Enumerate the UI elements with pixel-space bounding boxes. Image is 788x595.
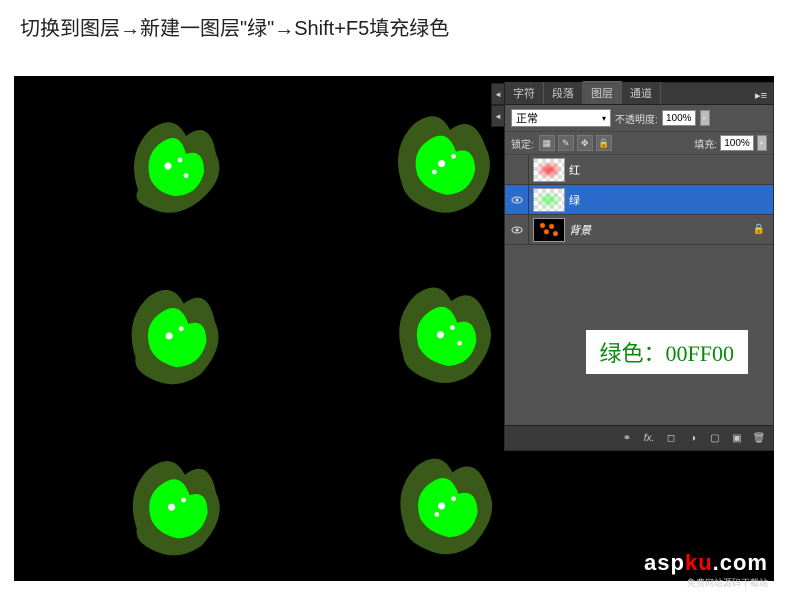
layer-mask-button[interactable]: ◻	[661, 429, 681, 447]
layer-row[interactable]: 绿	[505, 185, 773, 215]
fire-shape	[374, 276, 514, 396]
lock-icon: 🔒	[753, 224, 765, 235]
panel-menu-button[interactable]: ▸≡	[749, 87, 773, 104]
fill-input[interactable]: 100%	[720, 135, 754, 151]
tab-layers[interactable]: 图层	[583, 81, 622, 104]
layer-fx-button[interactable]: fx.	[639, 429, 659, 447]
watermark-tagline: 免费网站源码下载站	[644, 576, 768, 589]
fire-shape	[104, 106, 244, 226]
adjustment-layer-button[interactable]: ◑	[683, 429, 703, 447]
layer-row[interactable]: 背景 🔒	[505, 215, 773, 245]
fire-shape	[104, 446, 244, 566]
panel-collapse-button[interactable]: ◄	[491, 83, 505, 105]
blend-row: 正常 ▾ 不透明度: 100% ▸	[505, 105, 773, 131]
tab-character[interactable]: 字符	[505, 82, 544, 104]
link-layers-button[interactable]: ⚭	[617, 429, 637, 447]
watermark-text: asp	[644, 550, 685, 575]
layer-group-button[interactable]: ▢	[705, 429, 725, 447]
watermark: aspku.com 免费网站源码下载站	[644, 550, 768, 589]
lock-transparency-button[interactable]: ▦	[539, 135, 555, 151]
lock-label: 锁定:	[511, 136, 534, 151]
instruction-text: 切换到图层→新建一图层"绿"→Shift+F5填充绿色	[0, 0, 788, 49]
layer-visibility-toggle[interactable]	[505, 215, 529, 244]
opacity-slider-button[interactable]: ▸	[700, 110, 710, 126]
tab-channels[interactable]: 通道	[622, 82, 661, 104]
fill-slider-button[interactable]: ▸	[757, 135, 767, 151]
panel-tabs: 字符 段落 图层 通道 ▸≡	[505, 83, 773, 105]
fill-label: 填充:	[694, 136, 717, 151]
watermark-text: ku	[685, 550, 713, 575]
layers-panel: ◄ ◄ 字符 段落 图层 通道 ▸≡ 正常 ▾ 不透明度: 100% ▸ 锁定:…	[504, 82, 774, 451]
layer-visibility-toggle[interactable]	[505, 185, 529, 214]
blend-mode-value: 正常	[516, 110, 538, 126]
color-annotation: 绿色：00FF00	[586, 330, 748, 374]
new-layer-button[interactable]: ▣	[727, 429, 747, 447]
layer-name[interactable]: 红	[569, 162, 773, 178]
layers-list: 红 绿 背景 🔒	[505, 155, 773, 245]
tab-paragraph[interactable]: 段落	[544, 82, 583, 104]
lock-pixels-button[interactable]: ✎	[558, 135, 574, 151]
lock-position-button[interactable]: ✥	[577, 135, 593, 151]
layer-name[interactable]: 绿	[569, 192, 773, 208]
layer-thumbnail[interactable]	[533, 158, 565, 182]
eye-icon	[511, 226, 523, 234]
layer-row[interactable]: 红	[505, 155, 773, 185]
delete-layer-button[interactable]: 🗑	[749, 429, 769, 447]
watermark-text: .com	[713, 550, 768, 575]
opacity-input[interactable]: 100%	[662, 110, 696, 126]
lock-row: 锁定: ▦ ✎ ✥ 🔒 填充: 100% ▸	[505, 131, 773, 155]
lock-all-button[interactable]: 🔒	[596, 135, 612, 151]
opacity-label: 不透明度:	[615, 111, 658, 126]
blend-mode-select[interactable]: 正常 ▾	[511, 109, 611, 127]
fire-shape	[374, 446, 514, 566]
layer-name[interactable]: 背景	[569, 222, 753, 238]
fire-shape	[104, 276, 244, 396]
panel-footer: ⚭ fx. ◻ ◑ ▢ ▣ 🗑	[505, 425, 773, 450]
panel-collapse-button[interactable]: ◄	[491, 105, 505, 127]
layer-thumbnail[interactable]	[533, 188, 565, 212]
layer-thumbnail[interactable]	[533, 218, 565, 242]
layer-visibility-toggle[interactable]	[505, 155, 529, 184]
chevron-down-icon: ▾	[602, 114, 606, 123]
eye-icon	[511, 196, 523, 204]
